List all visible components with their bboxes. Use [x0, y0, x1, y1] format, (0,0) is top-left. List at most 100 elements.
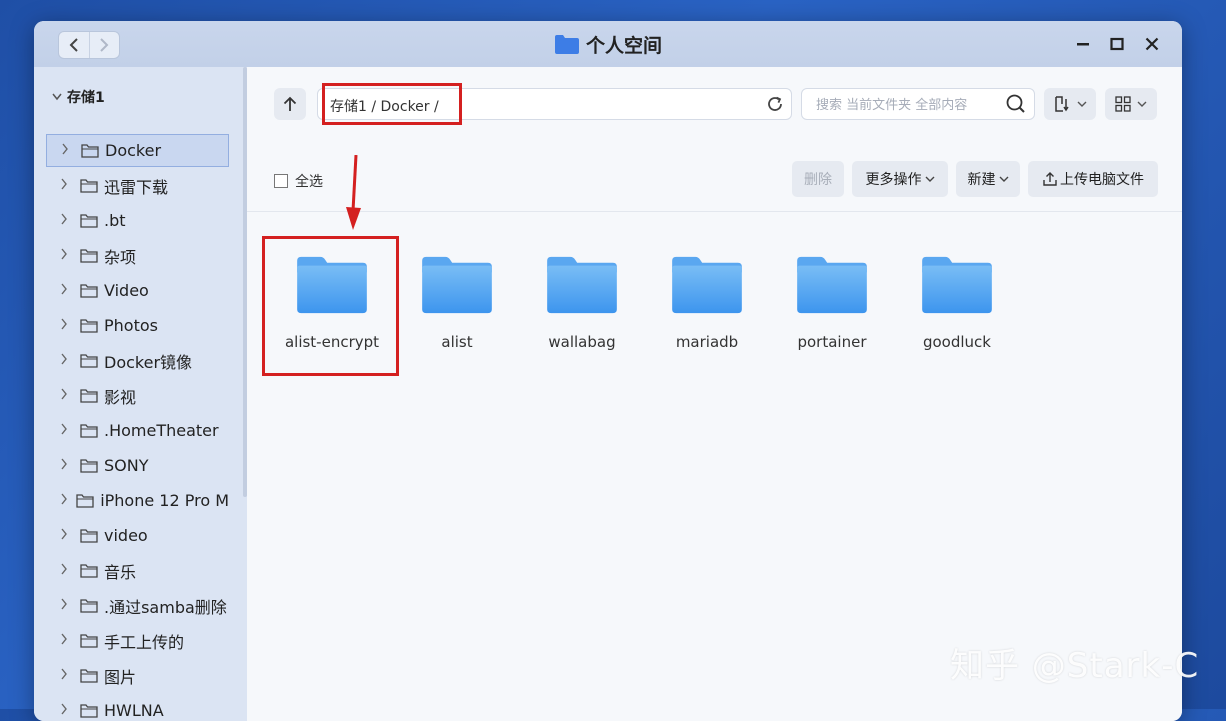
- sidebar-item-label: HWLNA: [104, 701, 164, 720]
- sidebar-item-label: 迅雷下载: [104, 177, 169, 197]
- delete-button[interactable]: 删除: [792, 161, 844, 197]
- select-all-label: 全选: [295, 174, 323, 190]
- sidebar-item[interactable]: .bt: [46, 204, 229, 237]
- sidebar-item-label: .通过samba删除: [104, 597, 227, 617]
- folder-outline-icon: [80, 283, 98, 298]
- more-actions-label: 更多操作: [865, 172, 922, 188]
- sidebar-item[interactable]: .通过samba删除: [46, 589, 229, 622]
- search-icon[interactable]: [1006, 94, 1026, 118]
- chevron-right-icon: [60, 703, 76, 718]
- sidebar-item[interactable]: video: [46, 519, 229, 552]
- new-button[interactable]: 新建: [956, 161, 1020, 197]
- chevron-right-icon: [60, 213, 76, 228]
- sidebar-item[interactable]: iPhone 12 Pro M: [46, 484, 229, 517]
- sidebar-item-label: 图片: [104, 667, 137, 687]
- sidebar-item[interactable]: 手工上传的: [46, 624, 229, 657]
- upload-icon: [1043, 172, 1057, 186]
- sidebar-item-label: 杂项: [104, 247, 137, 267]
- folder-name: goodluck: [922, 333, 991, 351]
- folder-icon: [797, 256, 867, 314]
- path-toolbar: 存储1 / Docker /: [247, 67, 1182, 137]
- chevron-right-icon: [61, 143, 77, 158]
- sidebar-item-label: SONY: [104, 456, 149, 475]
- folder-item[interactable]: wallabag: [527, 241, 637, 351]
- maximize-icon: [1110, 37, 1124, 51]
- go-up-button[interactable]: [274, 88, 306, 120]
- close-button[interactable]: [1141, 33, 1163, 55]
- chevron-down-icon: [999, 176, 1008, 182]
- folder-outline-icon: [80, 598, 98, 613]
- folder-icon: [554, 35, 579, 54]
- sidebar-item[interactable]: Docker镜像: [46, 344, 229, 377]
- sidebar-item[interactable]: 杂项: [46, 239, 229, 272]
- sidebar-item-label: 影视: [104, 387, 137, 407]
- sidebar-item[interactable]: Docker: [46, 134, 229, 167]
- chevron-right-icon: [60, 668, 76, 683]
- watermark: 知乎 @Stark-C: [950, 646, 1200, 686]
- select-all-checkbox[interactable]: 全选: [274, 171, 323, 191]
- chevron-right-icon: [60, 318, 76, 333]
- upload-label: 上传电脑文件: [1060, 172, 1144, 188]
- folder-outline-icon: [80, 318, 98, 333]
- sidebar-item[interactable]: HWLNA: [46, 694, 229, 721]
- sidebar-item-label: Docker镜像: [104, 352, 193, 372]
- sidebar-item[interactable]: Photos: [46, 309, 229, 342]
- chevron-down-icon: [52, 91, 62, 104]
- more-actions-button[interactable]: 更多操作: [852, 161, 948, 197]
- folder-item[interactable]: goodluck: [902, 241, 1012, 351]
- folder-name: mariadb: [675, 333, 739, 351]
- new-label: 新建: [967, 172, 996, 188]
- view-mode-button[interactable]: [1105, 88, 1157, 120]
- minimize-button[interactable]: [1072, 33, 1094, 55]
- sidebar-item-label: Video: [104, 281, 149, 300]
- sidebar-item[interactable]: .HomeTheater: [46, 414, 229, 447]
- sidebar-item-label: .bt: [104, 211, 126, 230]
- sidebar-item[interactable]: 音乐: [46, 554, 229, 587]
- search-input[interactable]: [814, 94, 998, 116]
- sidebar-item[interactable]: 影视: [46, 379, 229, 412]
- folder-item[interactable]: portainer: [777, 241, 887, 351]
- chevron-right-icon: [60, 178, 76, 193]
- sidebar-item[interactable]: 迅雷下载: [46, 169, 229, 202]
- search-box: [801, 88, 1035, 120]
- folder-outline-icon: [80, 668, 98, 683]
- refresh-icon: [768, 96, 782, 111]
- sidebar-item[interactable]: 图片: [46, 659, 229, 692]
- chevron-right-icon: [60, 493, 72, 508]
- folder-name: portainer: [797, 333, 867, 351]
- sidebar-item-label: Docker: [105, 141, 162, 160]
- annotation-arrow: [346, 155, 361, 230]
- upload-button[interactable]: 上传电脑文件: [1028, 161, 1158, 197]
- folder-outline-icon: [80, 178, 98, 193]
- toolbar-divider: [247, 211, 1182, 212]
- folder-outline-icon: [80, 353, 98, 368]
- sidebar-item[interactable]: SONY: [46, 449, 229, 482]
- close-icon: [1145, 37, 1159, 51]
- refresh-button[interactable]: [765, 94, 785, 114]
- folder-outline-icon: [81, 143, 99, 158]
- minimize-icon: [1077, 43, 1089, 46]
- action-toolbar: 全选 删除 更多操作 新建 上传电脑文件: [247, 159, 1182, 199]
- tree-root-storage[interactable]: 存储1: [52, 87, 105, 107]
- sort-button[interactable]: [1044, 88, 1096, 120]
- chevron-right-icon: [60, 563, 76, 578]
- folder-icon: [547, 256, 617, 314]
- maximize-button[interactable]: [1106, 33, 1128, 55]
- sidebar-item[interactable]: Video: [46, 274, 229, 307]
- chevron-right-icon: [60, 353, 76, 368]
- folder-outline-icon: [80, 423, 98, 438]
- sidebar-item-label: iPhone 12 Pro M: [100, 491, 229, 510]
- sidebar-item-label: .HomeTheater: [104, 421, 219, 440]
- arrow-up-icon: [283, 96, 297, 111]
- folder-outline-icon: [80, 563, 98, 578]
- file-manager-window: 个人空间 存储1 Docker 迅雷下载 .bt 杂项 Video Photos Docke…: [34, 21, 1182, 721]
- sidebar-item-label: video: [104, 526, 148, 545]
- delete-label: 删除: [804, 172, 832, 188]
- folder-outline-icon: [80, 248, 98, 263]
- chevron-right-icon: [60, 248, 76, 263]
- folder-item[interactable]: mariadb: [652, 241, 762, 351]
- folder-item[interactable]: alist: [402, 241, 512, 351]
- file-highlight-box: [262, 236, 399, 376]
- sidebar-item-label: 手工上传的: [104, 632, 185, 652]
- window-title-text: 个人空间: [585, 34, 662, 57]
